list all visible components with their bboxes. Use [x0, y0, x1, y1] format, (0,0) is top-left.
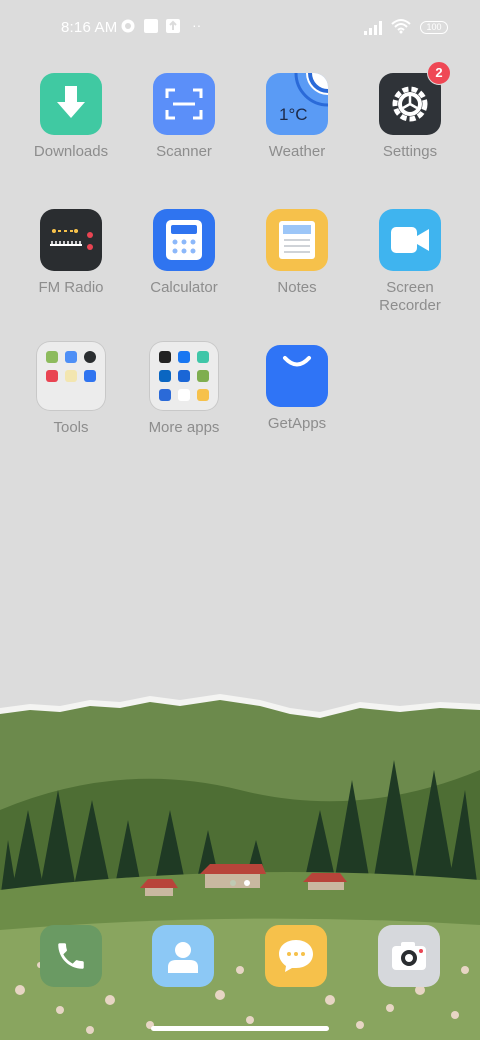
app-label: Notes [277, 279, 317, 296]
home-gesture-bar[interactable] [151, 1026, 329, 1031]
folder-icon [36, 341, 106, 411]
app-label: Downloads [33, 143, 109, 160]
dock-contacts[interactable] [152, 925, 214, 987]
dock-camera[interactable] [378, 925, 440, 987]
scanner-icon [153, 73, 215, 135]
app-weather[interactable]: 1°C Weather [241, 73, 353, 161]
gear-icon: 2 [379, 61, 451, 135]
dock-phone[interactable] [40, 925, 102, 987]
app-label: Weather [268, 143, 326, 160]
app-scanner[interactable]: Scanner [128, 73, 240, 161]
notes-icon [266, 209, 328, 271]
upload-notification-icon [166, 19, 180, 33]
status-bar: 8:16 AM ·· 100 [0, 0, 480, 56]
app-label: Screen Recorder [379, 279, 441, 314]
wallpaper-landscape [0, 694, 480, 1040]
app-notification-icon [121, 19, 135, 33]
calculator-icon [153, 209, 215, 271]
phone-icon [40, 925, 102, 987]
dock-messages[interactable] [265, 925, 327, 987]
app-settings[interactable]: 2 Settings [354, 61, 466, 161]
contact-icon [152, 925, 214, 987]
signal-icon [364, 21, 382, 35]
app-notes[interactable]: Notes [241, 209, 353, 297]
page-indicator[interactable] [229, 879, 253, 887]
app-getapps[interactable]: GetApps [241, 345, 353, 433]
message-icon [265, 925, 327, 987]
folder-more-apps[interactable]: More apps [128, 341, 240, 437]
app-fm-radio[interactable]: FM Radio [15, 209, 127, 297]
app-label: Settings [382, 143, 438, 160]
folder-icon [149, 341, 219, 411]
shopping-bag-icon [266, 345, 328, 407]
status-time: 8:16 AM [61, 19, 118, 36]
more-notifications-indicator: ·· [192, 17, 202, 33]
video-camera-icon [379, 209, 441, 271]
app-label: More apps [148, 419, 220, 436]
weather-temperature: 1°C [279, 105, 308, 124]
app-label: Calculator [150, 279, 218, 296]
folder-tools[interactable]: Tools [15, 341, 127, 437]
app-label: Tools [53, 419, 89, 436]
radio-icon [40, 209, 102, 271]
camera-icon [378, 925, 440, 987]
app-screen-recorder[interactable]: Screen Recorder [354, 209, 466, 315]
app-label: FM Radio [38, 279, 104, 296]
notification-badge: 2 [427, 61, 451, 85]
battery-indicator: 100 [420, 21, 448, 34]
weather-icon: 1°C [266, 73, 328, 135]
wifi-icon [391, 19, 411, 34]
app-label: GetApps [267, 415, 327, 432]
app-label: Scanner [156, 143, 212, 160]
app-calculator[interactable]: Calculator [128, 209, 240, 297]
app-downloads[interactable]: Downloads [15, 73, 127, 161]
square-notification-icon [144, 19, 158, 33]
downloads-icon [40, 73, 102, 135]
